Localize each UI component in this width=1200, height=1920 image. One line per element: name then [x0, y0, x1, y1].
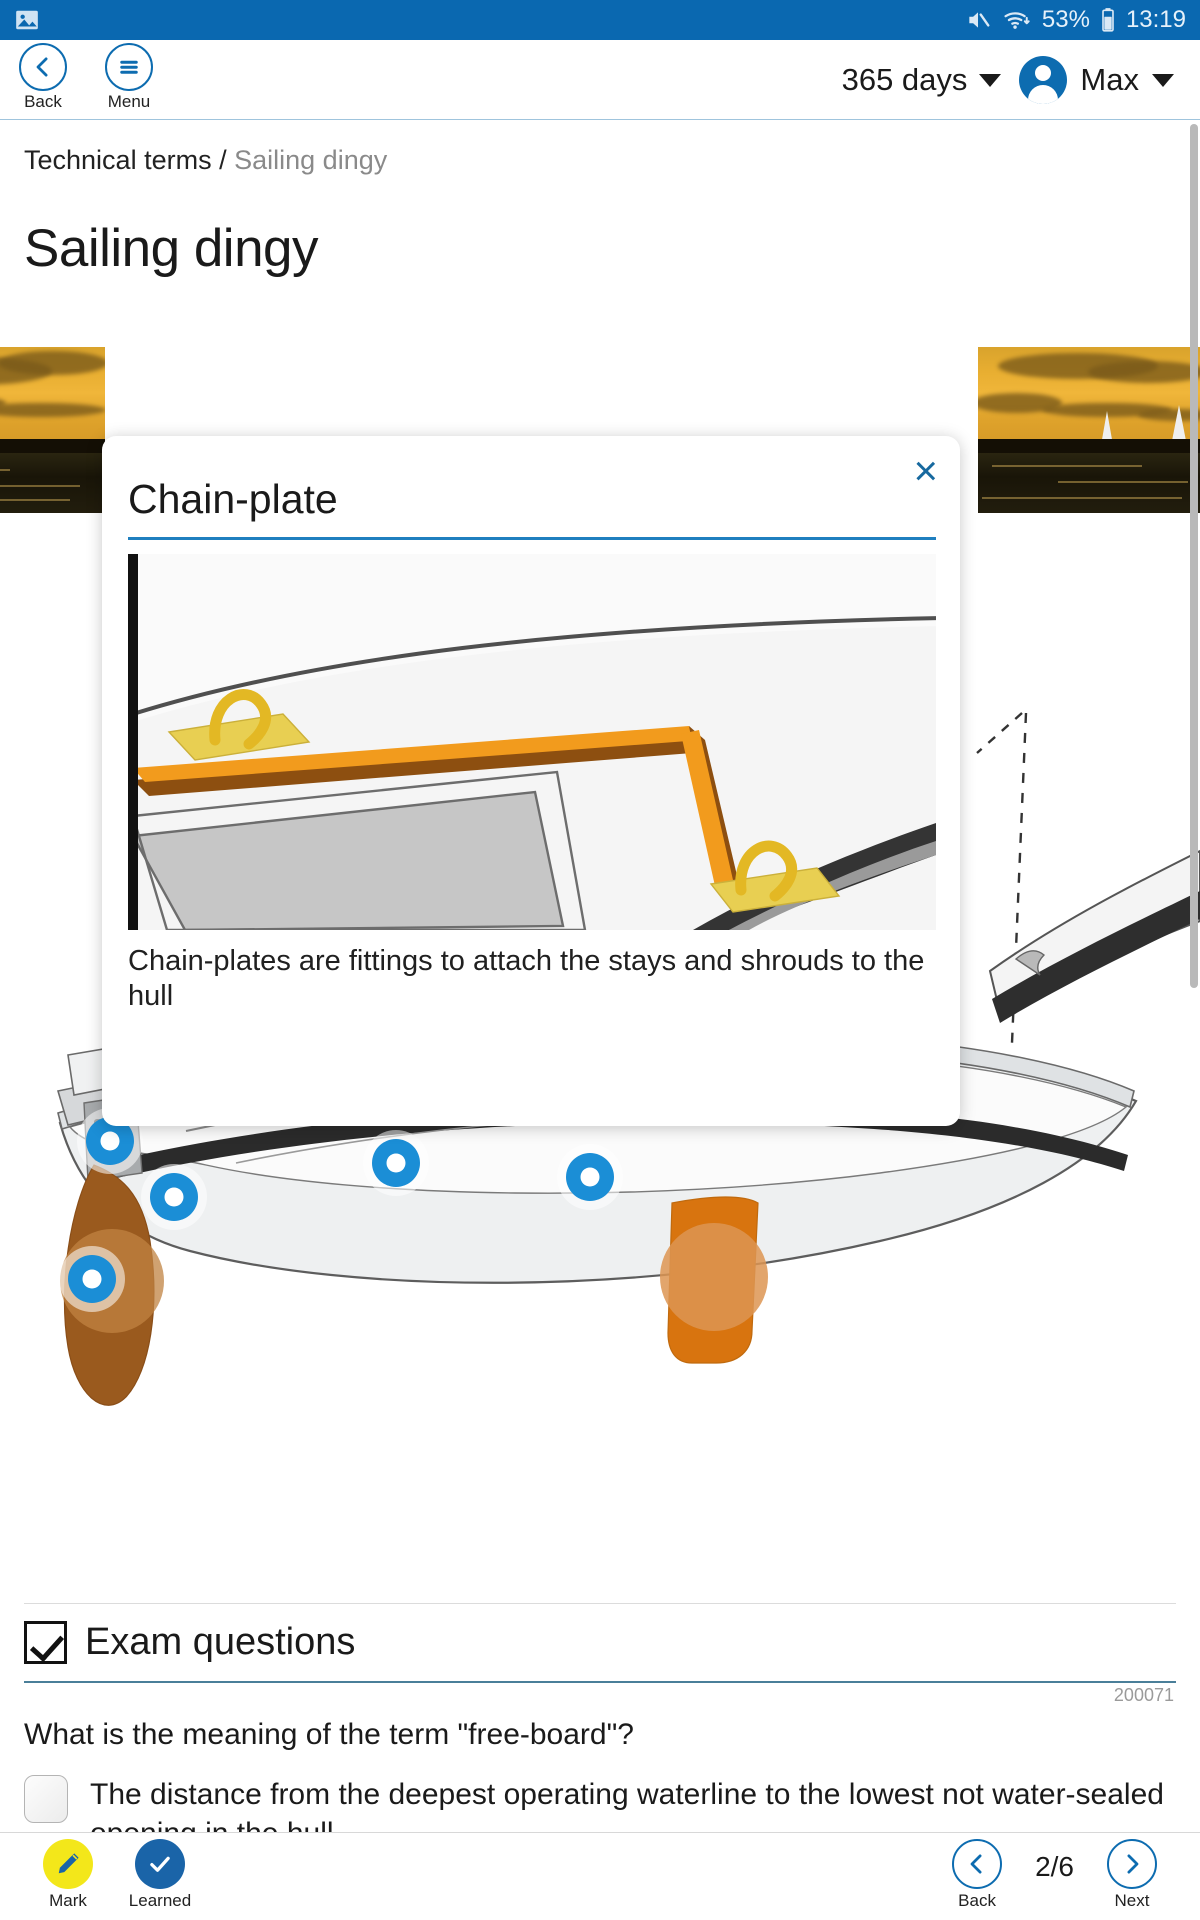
- question-id: 200071: [1113, 1685, 1174, 1705]
- avatar: [1019, 56, 1068, 104]
- exam-questions-title: Exam questions: [85, 1621, 356, 1663]
- status-left: [14, 7, 40, 33]
- page-indicator: 2/6: [1035, 1851, 1074, 1882]
- hotspot-dot[interactable]: [372, 1139, 420, 1187]
- hamburger-icon: [105, 43, 153, 91]
- section-divider: [24, 1603, 1176, 1604]
- pencil-icon: [43, 1839, 93, 1889]
- chain-plate-detail-drawing: [133, 554, 936, 930]
- pager-next-label: Next: [1114, 1891, 1150, 1910]
- answer-checkbox[interactable]: [24, 1775, 68, 1823]
- hotspot-dot[interactable]: [566, 1153, 614, 1201]
- close-icon[interactable]: ×: [913, 450, 938, 492]
- vertical-scrollbar[interactable]: [1190, 124, 1198, 988]
- arrow-right-icon: [1107, 1839, 1157, 1889]
- chevron-down-icon: [1152, 73, 1174, 87]
- pager-next-button[interactable]: Next: [1086, 1839, 1178, 1911]
- arrow-left-icon: [19, 43, 67, 91]
- mark-button[interactable]: Mark: [22, 1839, 114, 1911]
- hotspot-dot[interactable]: [68, 1255, 116, 1303]
- arrow-left-icon: [952, 1839, 1003, 1889]
- mute-icon: [964, 7, 992, 33]
- user-menu[interactable]: Max: [1019, 56, 1174, 104]
- back-button-label: Back: [24, 92, 62, 111]
- app-header: Back Menu 365 days Max: [0, 40, 1200, 120]
- check-icon: [135, 1839, 185, 1889]
- battery-percent: 53%: [1041, 6, 1090, 33]
- breadcrumb-current: Sailing dingy: [234, 145, 388, 175]
- popup-title-rule: [128, 537, 936, 540]
- chevron-down-icon: [979, 73, 1002, 87]
- popup-title: Chain-plate: [128, 476, 338, 522]
- page-content: Technical terms / Sailing dingy Sailing …: [0, 121, 1200, 1488]
- page-title: Sailing dingy: [24, 219, 319, 278]
- header-right: 365 days Max: [842, 40, 1200, 120]
- question-text: What is the meaning of the term "free-bo…: [24, 1718, 634, 1751]
- back-button[interactable]: Back: [0, 43, 86, 112]
- pager: Back 2/6 Next: [931, 1839, 1178, 1911]
- battery-icon: [1100, 7, 1116, 33]
- photo-cloud: [0, 351, 105, 375]
- exam-questions-header: Exam questions: [24, 1621, 355, 1664]
- learned-button[interactable]: Learned: [114, 1839, 206, 1911]
- breadcrumb: Technical terms / Sailing dingy: [0, 121, 1200, 176]
- license-duration-dropdown[interactable]: 365 days: [842, 62, 1002, 98]
- clock: 13:19: [1125, 6, 1186, 33]
- gallery-icon: [14, 7, 40, 33]
- license-duration-label: 365 days: [841, 62, 968, 97]
- breadcrumb-separator: /: [219, 145, 227, 175]
- wifi-icon: [1002, 7, 1032, 33]
- popup-caption: Chain-plates are fittings to attach the …: [128, 945, 925, 1013]
- term-detail-popup: × Chain-plate Chain-plates are fittings …: [102, 436, 960, 1126]
- checkbox-checked-icon: [24, 1621, 67, 1664]
- photo-cloud: [1088, 361, 1200, 383]
- hotspot-dot[interactable]: [150, 1173, 198, 1221]
- android-status-bar: 53% 13:19: [0, 0, 1200, 40]
- breadcrumb-root[interactable]: Technical terms: [24, 145, 212, 175]
- exam-header-rule: [24, 1681, 1176, 1683]
- learned-button-label: Learned: [128, 1891, 192, 1910]
- pager-back-label: Back: [958, 1891, 996, 1910]
- user-name-label: Max: [1080, 62, 1139, 97]
- mark-button-label: Mark: [49, 1891, 87, 1910]
- menu-button-label: Menu: [107, 92, 151, 111]
- bottom-toolbar: Mark Learned Back 2/6 Next: [0, 1832, 1200, 1920]
- menu-button[interactable]: Menu: [86, 43, 172, 112]
- chain-plate-figure: [128, 554, 936, 930]
- status-right: 53% 13:19: [964, 6, 1186, 34]
- pager-back-button[interactable]: Back: [931, 1839, 1023, 1911]
